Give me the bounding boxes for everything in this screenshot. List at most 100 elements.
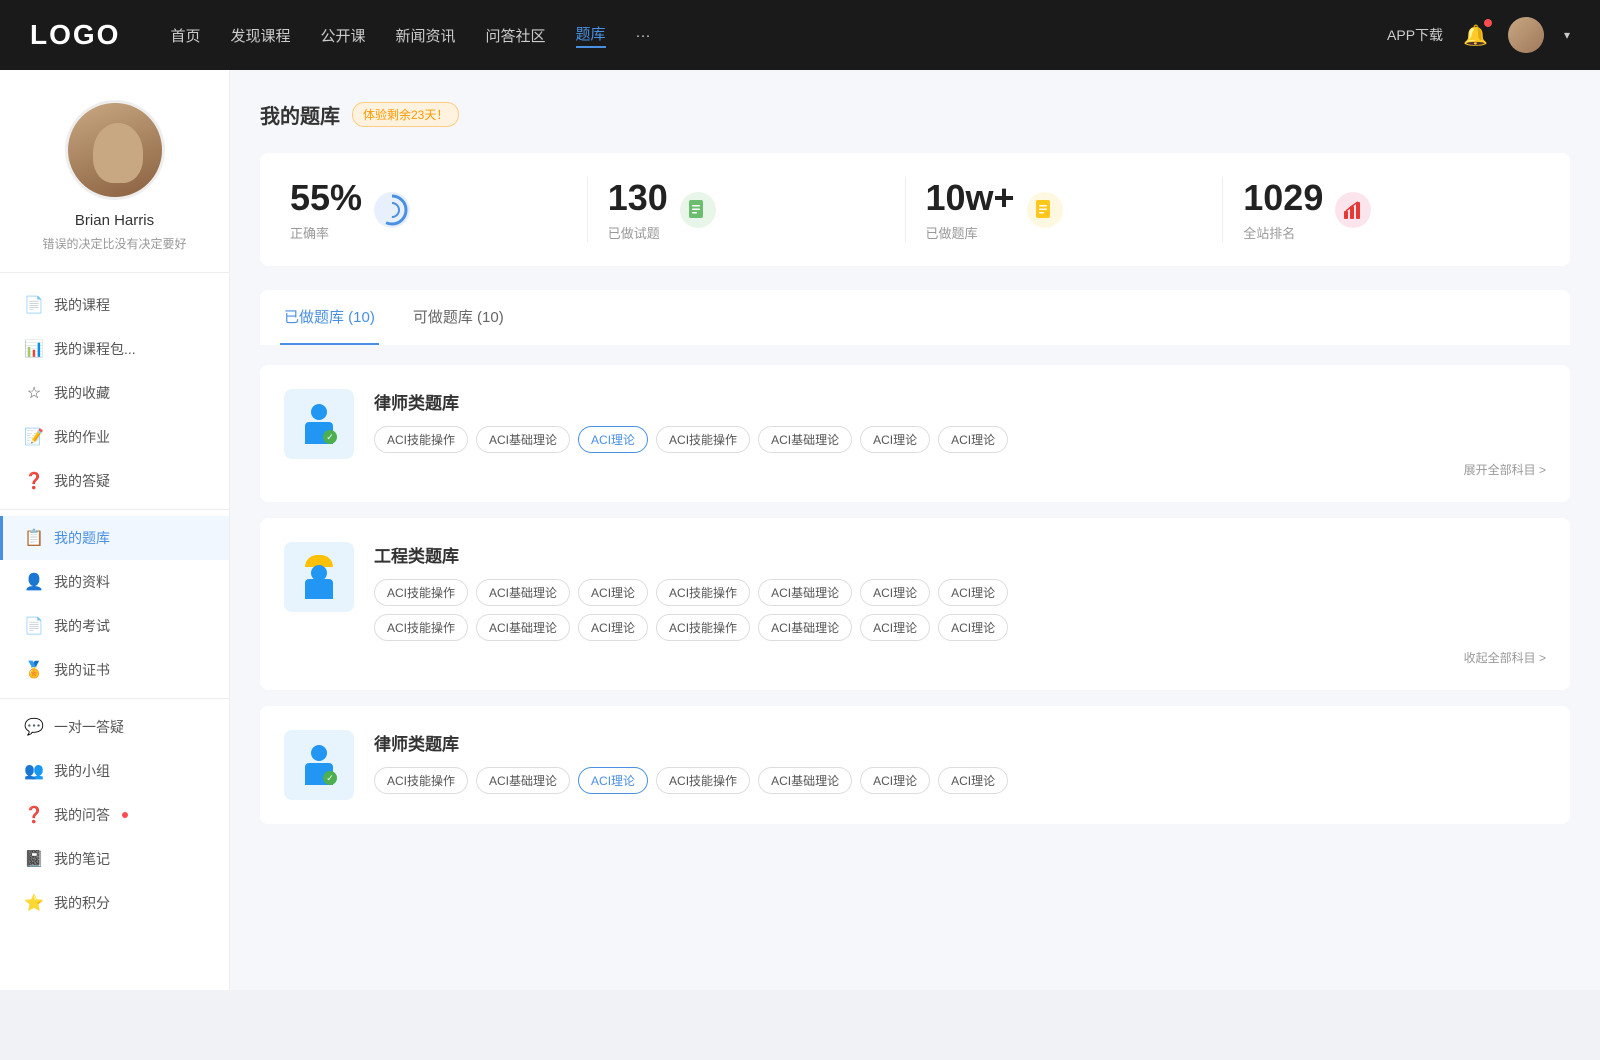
stat-accuracy: 55% 正确率	[290, 177, 588, 242]
tag-lawyer1-4[interactable]: ACI基础理论	[758, 426, 852, 453]
sidebar-item-exam[interactable]: 📄 我的考试	[0, 604, 229, 648]
sidebar-item-my-qa[interactable]: ❓ 我的问答	[0, 793, 229, 837]
main-content: 我的题库 体验剩余23天！ 55% 正确率	[230, 70, 1600, 990]
tag-eng-12[interactable]: ACI理论	[860, 614, 930, 641]
sidebar-item-homework[interactable]: 📝 我的作业	[0, 415, 229, 459]
qbank-label: 我的题库	[54, 528, 110, 548]
tag-eng-7[interactable]: ACI技能操作	[374, 614, 468, 641]
stats-card: 55% 正确率 130 已做试题	[260, 153, 1570, 266]
profile-motto: 错误的决定比没有决定要好	[42, 235, 186, 252]
qb-info-lawyer-2: 律师类题库 ACI技能操作 ACI基础理论 ACI理论 ACI技能操作 ACI基…	[374, 730, 1546, 794]
qbank-icon: 📋	[24, 528, 44, 548]
qb-title-engineer: 工程类题库	[374, 542, 1546, 567]
engineer-icon	[297, 555, 341, 599]
1on1-label: 一对一答疑	[54, 717, 124, 737]
tag-eng-2[interactable]: ACI理论	[578, 579, 648, 606]
tag-lawyer2-5[interactable]: ACI理论	[860, 767, 930, 794]
notification-bell[interactable]: 🔔	[1463, 23, 1488, 48]
stat-rank-number: 1029	[1243, 177, 1323, 219]
qb-title-lawyer-1: 律师类题库	[374, 389, 1546, 414]
exam-icon: 📄	[24, 616, 44, 636]
tag-eng-0[interactable]: ACI技能操作	[374, 579, 468, 606]
tag-eng-10[interactable]: ACI技能操作	[656, 614, 750, 641]
app-download-btn[interactable]: APP下载	[1387, 25, 1443, 45]
tag-lawyer2-1[interactable]: ACI基础理论	[476, 767, 570, 794]
qb-icon-lawyer-2: ✓	[284, 730, 354, 800]
qb-expand-engineer[interactable]: 收起全部科目 >	[374, 649, 1546, 666]
tag-eng-6[interactable]: ACI理论	[938, 579, 1008, 606]
tag-lawyer2-4[interactable]: ACI基础理论	[758, 767, 852, 794]
user-avatar-nav[interactable]	[1508, 17, 1544, 53]
tag-lawyer2-3[interactable]: ACI技能操作	[656, 767, 750, 794]
stat-accuracy-icon	[374, 192, 410, 228]
sidebar-item-profile[interactable]: 👤 我的资料	[0, 560, 229, 604]
certificate-icon: 🏅	[24, 660, 44, 680]
tag-eng-8[interactable]: ACI基础理论	[476, 614, 570, 641]
tag-lawyer1-3[interactable]: ACI技能操作	[656, 426, 750, 453]
sidebar-item-questions[interactable]: ❓ 我的答疑	[0, 459, 229, 503]
tag-lawyer1-5[interactable]: ACI理论	[860, 426, 930, 453]
certificate-label: 我的证书	[54, 660, 110, 680]
sidebar-item-group[interactable]: 👥 我的小组	[0, 749, 229, 793]
sidebar-item-points[interactable]: ⭐ 我的积分	[0, 881, 229, 925]
user-dropdown-arrow[interactable]: ▾	[1564, 28, 1570, 42]
profile-name: Brian Harris	[75, 212, 154, 229]
1on1-icon: 💬	[24, 717, 44, 737]
sidebar-item-favorites[interactable]: ☆ 我的收藏	[0, 371, 229, 415]
notification-badge	[1484, 19, 1492, 27]
qb-expand-lawyer-1[interactable]: 展开全部科目 >	[374, 461, 1546, 478]
nav-qbank[interactable]: 题库	[576, 23, 606, 48]
tag-lawyer1-1[interactable]: ACI基础理论	[476, 426, 570, 453]
nav-openclass[interactable]: 公开课	[320, 25, 365, 46]
nav-discover[interactable]: 发现课程	[230, 25, 290, 46]
favorites-icon: ☆	[24, 383, 44, 403]
qb-card-engineer: 工程类题库 ACI技能操作 ACI基础理论 ACI理论 ACI技能操作 ACI基…	[260, 518, 1570, 690]
group-label: 我的小组	[54, 761, 110, 781]
tag-eng-9[interactable]: ACI理论	[578, 614, 648, 641]
sidebar-item-qbank[interactable]: 📋 我的题库	[0, 516, 229, 560]
stat-done-questions-label: 已做试题	[608, 223, 668, 242]
tag-lawyer1-6[interactable]: ACI理论	[938, 426, 1008, 453]
stat-done-banks-texts: 10w+ 已做题库	[926, 177, 1015, 242]
tag-lawyer1-0[interactable]: ACI技能操作	[374, 426, 468, 453]
tag-eng-13[interactable]: ACI理论	[938, 614, 1008, 641]
my-courses-label: 我的课程	[54, 295, 110, 315]
tag-eng-5[interactable]: ACI理论	[860, 579, 930, 606]
tag-lawyer1-2[interactable]: ACI理论	[578, 426, 648, 453]
tag-eng-1[interactable]: ACI基础理论	[476, 579, 570, 606]
nav-news[interactable]: 新闻资讯	[396, 25, 456, 46]
tab-available-banks[interactable]: 可做题库 (10)	[409, 290, 508, 345]
lawyer-icon-2: ✓	[297, 743, 341, 787]
nav-more[interactable]: ···	[636, 27, 651, 44]
sidebar-item-course-packages[interactable]: 📊 我的课程包...	[0, 327, 229, 371]
tab-done-banks[interactable]: 已做题库 (10)	[280, 290, 379, 345]
tag-lawyer2-0[interactable]: ACI技能操作	[374, 767, 468, 794]
my-courses-icon: 📄	[24, 295, 44, 315]
sidebar-item-1on1[interactable]: 💬 一对一答疑	[0, 705, 229, 749]
sidebar-menu: 📄 我的课程 📊 我的课程包... ☆ 我的收藏 📝 我的作业 ❓ 我的答疑 �	[0, 283, 229, 925]
qb-tags-lawyer-2: ACI技能操作 ACI基础理论 ACI理论 ACI技能操作 ACI基础理论 AC…	[374, 767, 1546, 794]
qb-tags-lawyer-1: ACI技能操作 ACI基础理论 ACI理论 ACI技能操作 ACI基础理论 AC…	[374, 426, 1546, 453]
questions-label: 我的答疑	[54, 471, 110, 491]
questions-icon: ❓	[24, 471, 44, 491]
lawyer-check-2: ✓	[323, 771, 337, 785]
menu-divider-2	[0, 698, 229, 699]
tag-eng-4[interactable]: ACI基础理论	[758, 579, 852, 606]
logo[interactable]: LOGO	[30, 19, 120, 51]
qb-card-lawyer-2: ✓ 律师类题库 ACI技能操作 ACI基础理论 ACI理论 ACI技能操作 AC…	[260, 706, 1570, 824]
tabs-row: 已做题库 (10) 可做题库 (10)	[260, 290, 1570, 345]
tag-lawyer2-2[interactable]: ACI理论	[578, 767, 648, 794]
nav-qa[interactable]: 问答社区	[486, 25, 546, 46]
lawyer-icon-1: ✓	[297, 402, 341, 446]
tag-lawyer2-6[interactable]: ACI理论	[938, 767, 1008, 794]
tag-eng-3[interactable]: ACI技能操作	[656, 579, 750, 606]
nav-menu: 首页 发现课程 公开课 新闻资讯 问答社区 题库 ···	[170, 23, 1387, 48]
qb-info-engineer: 工程类题库 ACI技能操作 ACI基础理论 ACI理论 ACI技能操作 ACI基…	[374, 542, 1546, 666]
nav-home[interactable]: 首页	[170, 25, 200, 46]
sidebar-item-my-courses[interactable]: 📄 我的课程	[0, 283, 229, 327]
sidebar-item-certificate[interactable]: 🏅 我的证书	[0, 648, 229, 692]
trial-badge: 体验剩余23天！	[352, 102, 459, 127]
tag-eng-11[interactable]: ACI基础理论	[758, 614, 852, 641]
sidebar-item-notes[interactable]: 📓 我的笔记	[0, 837, 229, 881]
stat-done-questions-number: 130	[608, 177, 668, 219]
